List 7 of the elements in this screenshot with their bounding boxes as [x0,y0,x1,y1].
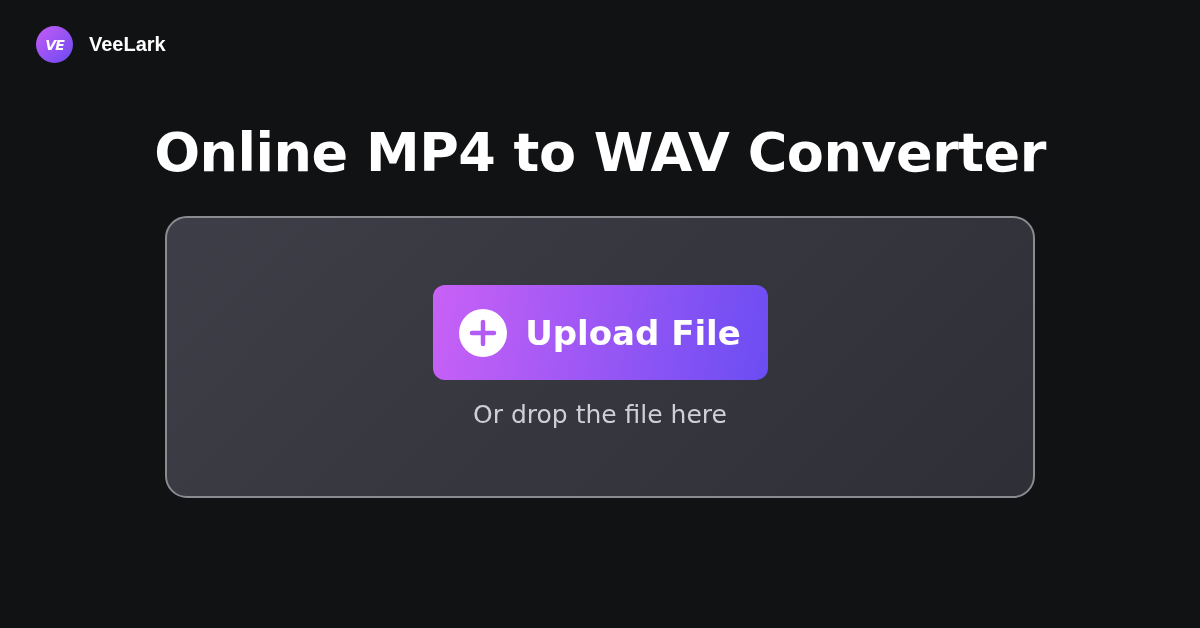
page-title: Online MP4 to WAV Converter [153,123,1048,183]
brand-name: VeeLark [89,33,166,56]
upload-button[interactable]: Upload File [432,285,768,381]
drop-zone[interactable]: Upload File Or drop the file here [165,216,1035,499]
drop-hint: Or drop the file here [473,400,727,430]
plus-icon [459,308,508,357]
logo-badge: VE [36,26,73,63]
